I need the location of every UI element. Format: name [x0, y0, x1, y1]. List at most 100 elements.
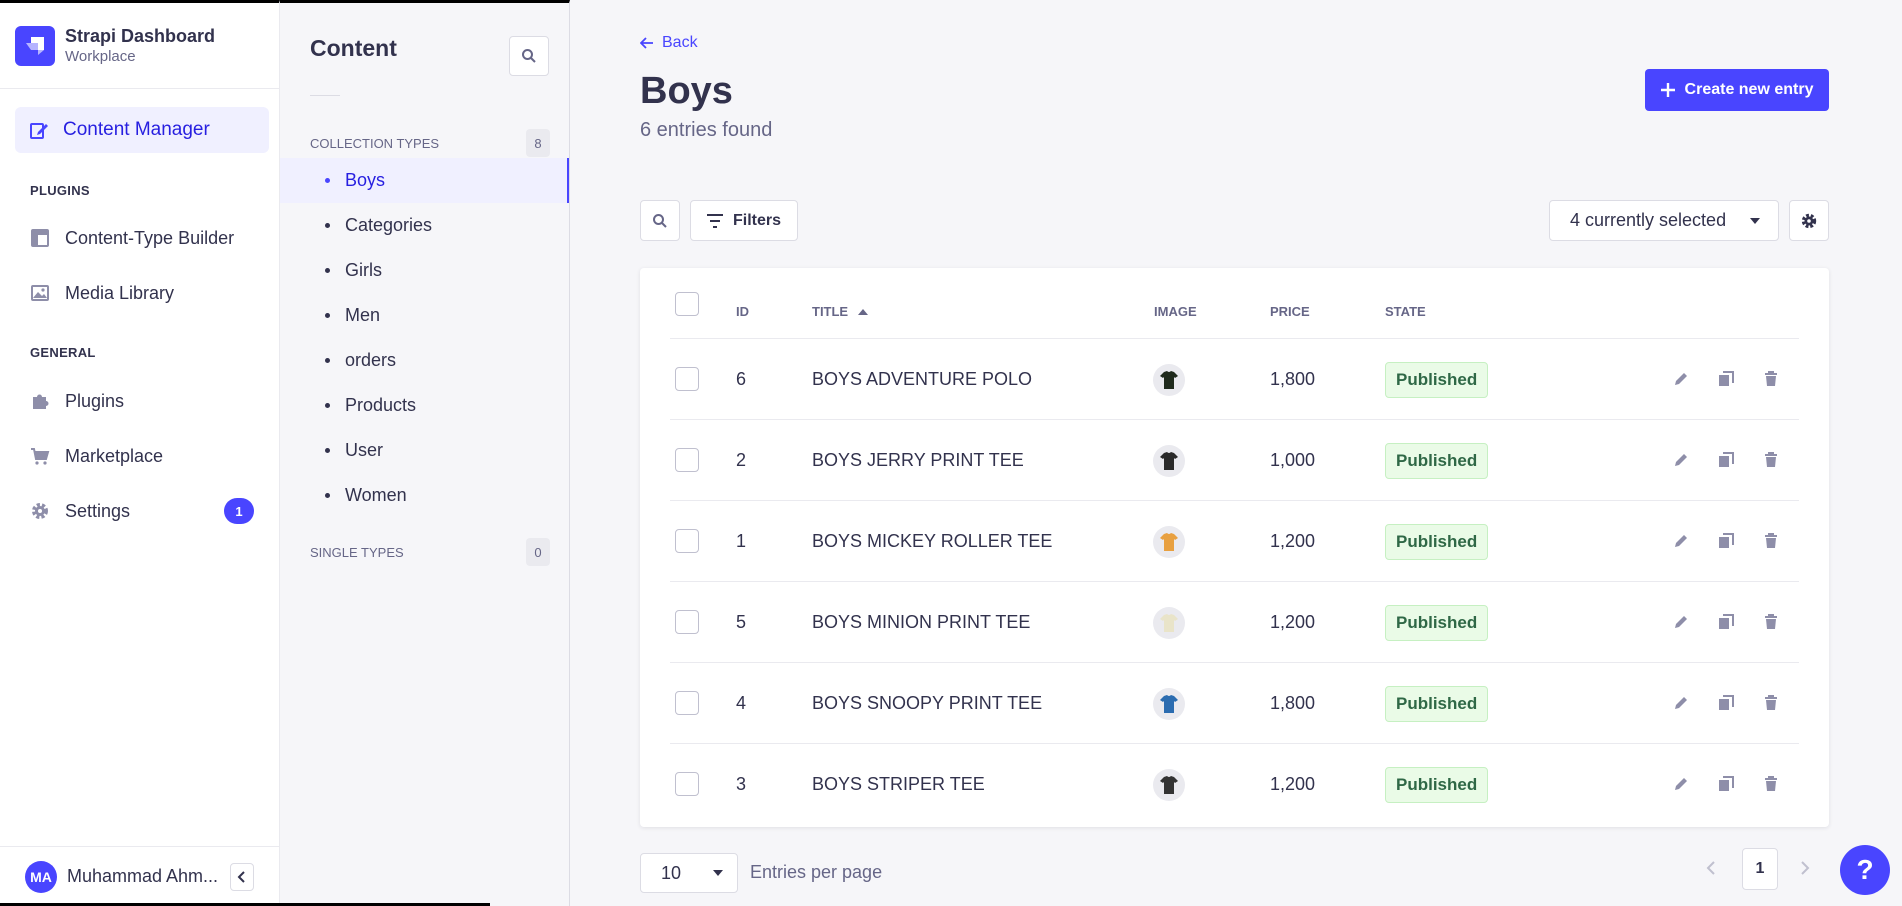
duplicate-button[interactable] — [1716, 450, 1736, 470]
search-icon — [522, 49, 536, 63]
next-page-button[interactable] — [1800, 860, 1810, 876]
per-page-select[interactable]: 10 — [640, 853, 738, 893]
table-row[interactable]: 1 BOYS MICKEY ROLLER TEE 1,200 Published — [670, 500, 1799, 581]
edit-button[interactable] — [1671, 774, 1691, 794]
row-checkbox[interactable] — [675, 772, 699, 796]
collection-label: Categories — [345, 215, 433, 235]
duplicate-button[interactable] — [1716, 774, 1736, 794]
cell-price: 1,200 — [1270, 774, 1316, 794]
table-search-button[interactable] — [640, 200, 680, 241]
collection-item-orders[interactable]: orders — [280, 338, 569, 383]
collection-label: orders — [345, 350, 397, 370]
row-checkbox[interactable] — [675, 691, 699, 715]
filters-button[interactable]: Filters — [690, 200, 798, 241]
duplicate-icon — [1719, 452, 1734, 467]
collection-types-heading[interactable]: COLLECTION TYPES 8 — [310, 129, 550, 157]
avatar[interactable]: MA — [25, 860, 57, 893]
collection-item-men[interactable]: Men — [280, 293, 569, 338]
pencil-icon — [1675, 697, 1687, 709]
row-checkbox[interactable] — [675, 367, 699, 391]
columns-select-value: 4 currently selected — [1570, 210, 1727, 230]
nav-item-marketplace[interactable]: Marketplace — [30, 436, 270, 476]
duplicate-button[interactable] — [1716, 612, 1736, 632]
delete-button[interactable] — [1761, 774, 1781, 794]
column-header-label: TITLE — [812, 304, 849, 319]
nav-item-content-manager[interactable]: Content Manager — [15, 107, 269, 153]
nav-item-settings[interactable]: Settings 1 — [30, 491, 270, 531]
tshirt-icon — [1160, 370, 1178, 389]
cell-title: BOYS MINION PRINT TEE — [812, 612, 1031, 632]
collection-item-boys[interactable]: Boys — [280, 158, 569, 203]
brand-name: Strapi Dashboard — [65, 25, 216, 46]
collection-item-women[interactable]: Women — [280, 473, 569, 518]
edit-button[interactable] — [1671, 531, 1691, 551]
delete-button[interactable] — [1761, 693, 1781, 713]
trash-icon — [1765, 533, 1777, 548]
cell-image — [1153, 582, 1185, 663]
status-badge: Published — [1385, 766, 1489, 803]
delete-button[interactable] — [1761, 531, 1781, 551]
bullet-icon — [325, 313, 330, 318]
delete-button[interactable] — [1761, 612, 1781, 632]
tshirt-icon — [1160, 694, 1178, 713]
edit-button[interactable] — [1671, 612, 1691, 632]
edit-button[interactable] — [1671, 369, 1691, 389]
duplicate-icon — [1719, 533, 1734, 548]
chevron-left-icon — [237, 870, 245, 883]
table-row[interactable]: 6 BOYS ADVENTURE POLO 1,800 Published — [670, 338, 1799, 419]
subnav-search-button[interactable] — [509, 36, 549, 76]
previous-page-button[interactable] — [1706, 860, 1716, 876]
nav-item-plugins[interactable]: Plugins — [30, 381, 270, 421]
duplicate-button[interactable] — [1716, 693, 1736, 713]
section-label: SINGLE TYPES — [310, 544, 404, 560]
column-header-price[interactable]: PRICE — [1270, 304, 1310, 319]
table-row[interactable]: 3 BOYS STRIPER TEE 1,200 Published — [670, 743, 1799, 824]
delete-button[interactable] — [1761, 450, 1781, 470]
collection-label: Girls — [345, 260, 382, 280]
table-row[interactable]: 5 BOYS MINION PRINT TEE 1,200 Published — [670, 581, 1799, 662]
nav-item-media-library[interactable]: Media Library — [30, 273, 270, 313]
collection-item-categories[interactable]: Categories — [280, 203, 569, 248]
user-name[interactable]: Muhammad Ahm... — [67, 866, 218, 887]
strapi-logo-icon — [15, 25, 55, 66]
tshirt-icon — [1160, 532, 1178, 551]
collection-item-user[interactable]: User — [280, 428, 569, 473]
edit-button[interactable] — [1671, 693, 1691, 713]
cell-state: Published — [1385, 501, 1489, 582]
status-badge: Published — [1385, 442, 1489, 479]
single-types-heading[interactable]: SINGLE TYPES 0 — [310, 538, 550, 566]
column-header-state[interactable]: STATE — [1385, 304, 1426, 319]
delete-button[interactable] — [1761, 369, 1781, 389]
row-checkbox[interactable] — [675, 610, 699, 634]
collection-item-products[interactable]: Products — [280, 383, 569, 428]
collection-item-girls[interactable]: Girls — [280, 248, 569, 293]
search-icon — [653, 213, 667, 228]
collapse-nav-button[interactable] — [230, 862, 254, 891]
product-thumbnail — [1153, 444, 1185, 477]
column-header-title[interactable]: TITLE — [812, 304, 869, 319]
columns-select[interactable]: 4 currently selected — [1549, 200, 1779, 241]
table-row[interactable]: 4 BOYS SNOOPY PRINT TEE 1,800 Published — [670, 662, 1799, 743]
nav-item-label: Content Manager — [63, 119, 210, 140]
cell-title: BOYS STRIPER TEE — [812, 774, 985, 794]
cell-id: 2 — [736, 450, 747, 470]
table-row[interactable]: 2 BOYS JERRY PRINT TEE 1,000 Published — [670, 419, 1799, 500]
row-checkbox[interactable] — [675, 529, 699, 553]
duplicate-button[interactable] — [1716, 369, 1736, 389]
duplicate-button[interactable] — [1716, 531, 1736, 551]
page-number-button[interactable]: 1 — [1742, 848, 1778, 890]
cell-id: 4 — [736, 693, 747, 713]
create-new-entry-button[interactable]: Create new entry — [1645, 69, 1829, 111]
nav-item-content-type-builder[interactable]: Content-Type Builder — [30, 218, 270, 258]
row-checkbox[interactable] — [675, 448, 699, 472]
select-all-checkbox[interactable] — [675, 292, 699, 316]
pencil-icon — [1675, 616, 1687, 628]
section-label: COLLECTION TYPES — [310, 135, 440, 151]
table-settings-button[interactable] — [1789, 200, 1829, 241]
nav-item-label: Media Library — [65, 282, 175, 303]
edit-button[interactable] — [1671, 450, 1691, 470]
back-link[interactable]: Back — [640, 34, 698, 52]
help-button[interactable]: ? — [1840, 845, 1890, 895]
column-header-id[interactable]: ID — [736, 304, 749, 319]
cell-title: BOYS SNOOPY PRINT TEE — [812, 693, 1043, 713]
